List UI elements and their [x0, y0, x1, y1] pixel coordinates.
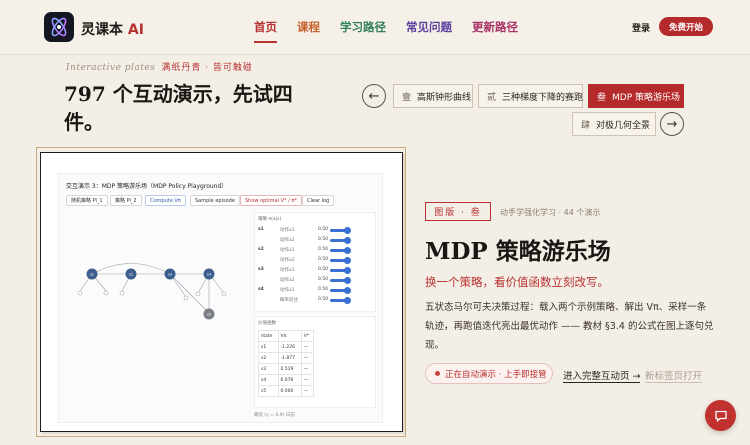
policy-row: s4 动作a1 0.50: [258, 287, 372, 294]
open-full-demo-link[interactable]: 进入完整互动页 →: [563, 368, 641, 383]
demo-show-optimal-button: Show optimal V* / π*: [240, 195, 302, 206]
policy-slider-knob: [344, 237, 351, 244]
mdp-label-s1: s1: [90, 273, 94, 277]
policy-row: s3 动作a1 0.50: [258, 267, 372, 274]
demo-compute-v-button: Compute Vπ: [145, 195, 186, 206]
nav-link-faq[interactable]: 常见问题: [406, 19, 452, 43]
section-title: 797 个互动演示，先试四件。: [64, 82, 293, 134]
login-link[interactable]: 登录: [632, 21, 650, 34]
table-row: s1 -1.226—: [258, 341, 315, 353]
policy-row: s1 动作a1 0.50: [258, 227, 372, 234]
tab-gaussian[interactable]: 壹高斯钟形曲线: [393, 84, 473, 108]
plate-title: MDP 策略游乐场: [425, 238, 611, 265]
plate-subtitle: 换一个策略，看价值函数立刻改写。: [425, 275, 609, 289]
tab-gradient-descent[interactable]: 贰三种梯度下降的赛跑: [478, 84, 583, 108]
policy-slider-knob: [344, 257, 351, 264]
nav-links: 首页 课程 学习路径 常见问题 更新路径: [254, 19, 538, 43]
mdp-label-s3: s3: [168, 273, 172, 277]
value-table: state Vπ V* s1 -1.226— s2 -1.877— s3 0.519— s…: [258, 330, 315, 397]
plate-badge: 图版 · 叁: [425, 202, 491, 221]
policy-slider-knob: [344, 277, 351, 284]
policy-slider-knob: [344, 227, 351, 234]
policy-slider-knob: [344, 247, 351, 254]
chat-button[interactable]: [705, 400, 736, 431]
demo-value-heading: 价值函数: [258, 321, 276, 326]
demo-policy-heading: 策略 π(a|s): [258, 217, 282, 222]
brand-name[interactable]: 灵课本 AI: [81, 19, 144, 39]
nav-link-home[interactable]: 首页: [254, 19, 277, 43]
demo-clear-log-button: Clear log: [302, 195, 335, 206]
demo-sample-episode-button: Sample episode: [190, 195, 240, 206]
prev-arrow-button[interactable]: ←: [362, 84, 386, 108]
mdp-graph: s1 s2 s3 s4 s5: [77, 263, 227, 320]
chat-icon: [714, 410, 727, 422]
policy-row: 动作a2 0.50: [258, 277, 372, 284]
table-row: s5 0.000—: [258, 385, 315, 397]
mdp-label-s5: s5: [207, 313, 211, 317]
nav-link-learning-paths[interactable]: 学习路径: [340, 19, 386, 43]
table-row: s3 0.519—: [258, 363, 315, 375]
policy-slider-knob: [344, 267, 351, 274]
tab-epipolar-geometry[interactable]: 肆对极几何全景: [572, 112, 656, 136]
policy-row: s2 动作a1 0.50: [258, 247, 372, 254]
table-row: state Vπ V*: [258, 330, 315, 342]
table-row: s2 -1.877—: [258, 352, 315, 364]
section-eyebrow: Interactive plates 满纸丹青 · 皆可触碰: [66, 63, 253, 73]
policy-row: 动作a2 0.50: [258, 237, 372, 244]
brand-logo-icon[interactable]: [44, 12, 74, 42]
plate-meta: 动手学强化学习 · 44 个演示: [500, 208, 601, 217]
demo-footer-text: 最优 (γ = 0.9) 日志: [254, 413, 295, 418]
nav-link-changelog[interactable]: 更新路径: [472, 19, 518, 43]
plate-description: 五状态马尔可夫决策过程：载入两个示例策略、解出 Vπ、采样一条轨迹，再跑值迭代亮…: [425, 302, 714, 351]
mdp-label-s2: s2: [129, 273, 133, 277]
start-free-button[interactable]: 免费开始: [659, 17, 713, 36]
demo-policy-2-button: 策略 Pi_2: [110, 195, 142, 206]
policy-row: 概率前往 0.50: [258, 297, 372, 304]
next-arrow-button[interactable]: →: [660, 112, 684, 136]
policy-row: 动作a2 0.50: [258, 257, 372, 264]
open-new-tab-link[interactable]: 新标签页打开: [645, 368, 703, 383]
demo-title: 交互演示 3：MDP 策略游乐场（MDP Policy Playground）: [66, 183, 228, 190]
tab-mdp-playground[interactable]: 叁 MDP 策略游乐场: [588, 84, 684, 108]
top-nav: 灵课本 AI 首页 课程 学习路径 常见问题 更新路径 登录 免费开始: [0, 0, 750, 55]
table-row: s4 6.076—: [258, 374, 315, 386]
policy-slider-knob: [344, 287, 351, 294]
autoplay-indicator[interactable]: 正在自动演示 · 上手即接管: [425, 363, 553, 384]
live-dot-icon: [435, 371, 440, 376]
policy-slider-knob: [344, 297, 351, 304]
nav-link-courses[interactable]: 课程: [297, 19, 320, 43]
demo-random-policy-button: 随机策略 Pi_1: [66, 195, 108, 206]
